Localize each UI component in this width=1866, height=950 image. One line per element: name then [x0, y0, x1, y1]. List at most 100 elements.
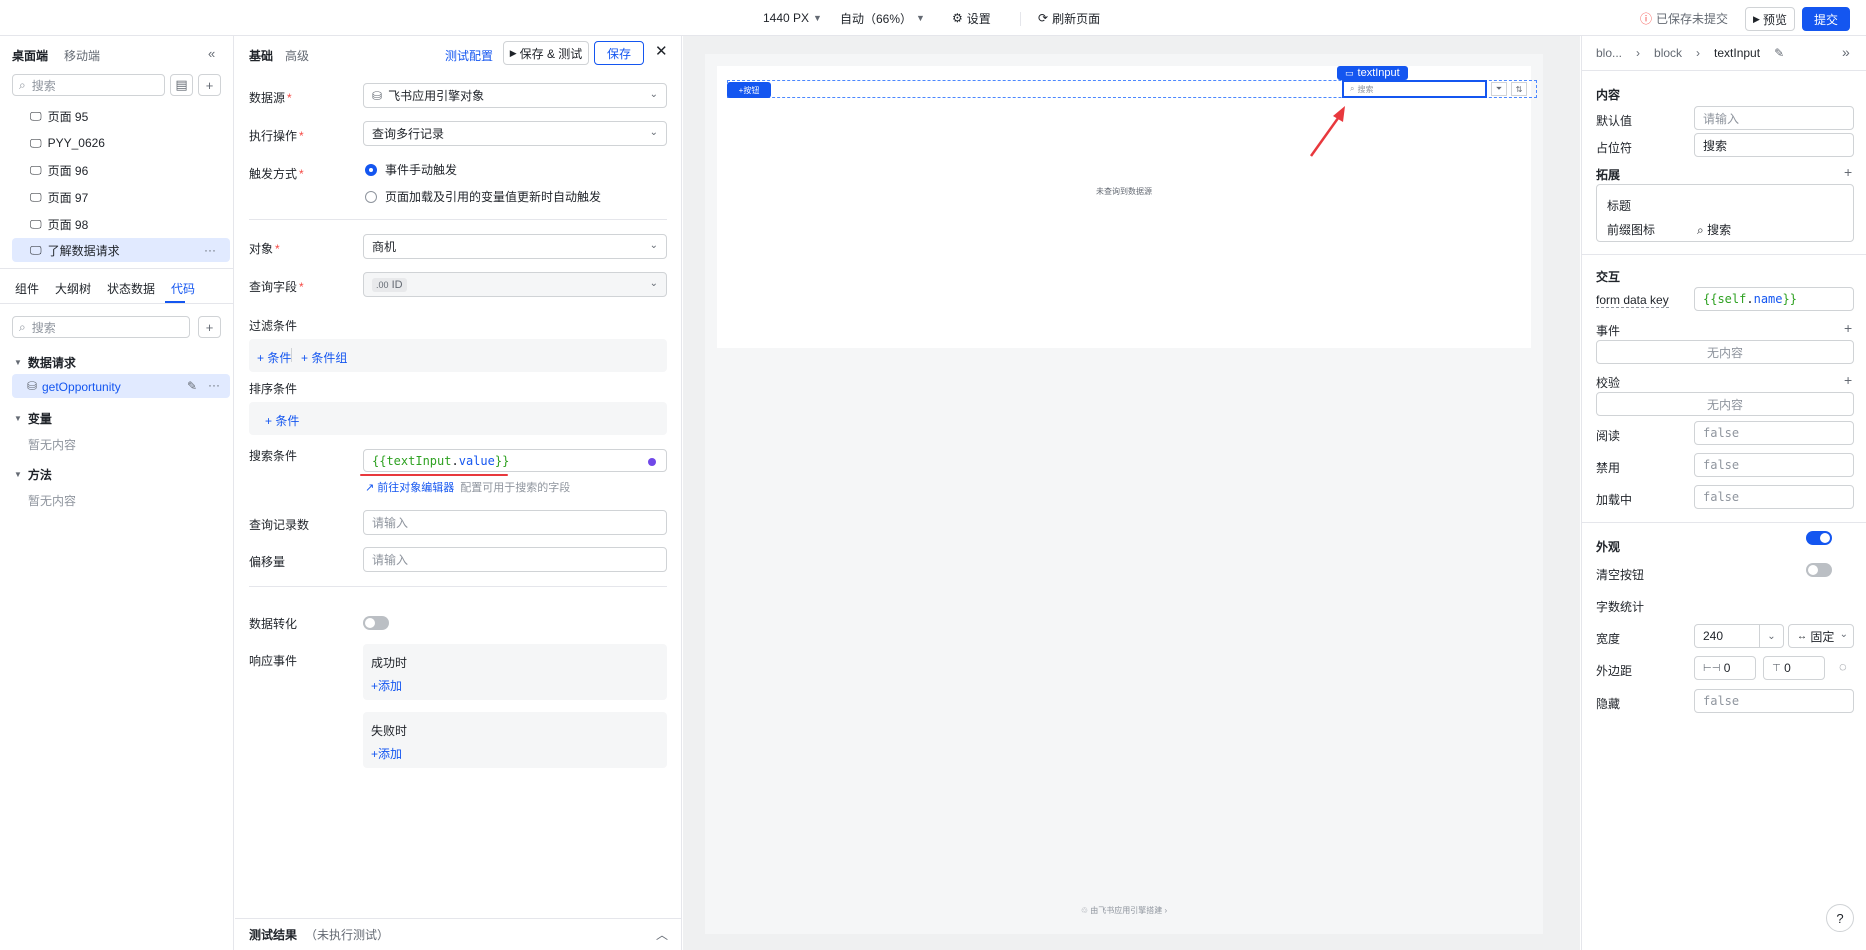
default-value-input[interactable]: 请输入: [1694, 106, 1854, 130]
add-condition-button[interactable]: + 条件: [257, 349, 291, 366]
request-item[interactable]: ⛁ getOpportunity ✎ ···: [12, 374, 230, 398]
width-input[interactable]: 240 ⌄: [1694, 624, 1784, 648]
add-icon[interactable]: +: [1844, 372, 1852, 388]
zoom-select[interactable]: 自动（66%） ▼: [840, 0, 925, 36]
more-icon[interactable]: ···: [208, 378, 220, 392]
search-condition-label: 搜索条件: [249, 449, 298, 463]
edit-icon[interactable]: ✎: [187, 379, 197, 393]
radio-unchecked-icon: [365, 190, 377, 203]
add-fail-action-button[interactable]: +添加: [371, 745, 402, 762]
page-item[interactable]: 🖵 页面 95: [12, 104, 230, 128]
trigger-auto-radio[interactable]: 页面加载及引用的变量值更新时自动触发: [365, 188, 601, 205]
save-button[interactable]: 保存: [594, 41, 644, 65]
page-item[interactable]: 🖵 页面 98: [12, 212, 230, 236]
margin-x-input[interactable]: ⊢⊣ 0: [1694, 656, 1756, 680]
test-result-bar[interactable]: 测试结果 （未执行测试） ︿: [235, 918, 682, 950]
page-item[interactable]: 🖵 页面 97: [12, 185, 230, 209]
page-item[interactable]: 🖵 PYY_0626: [12, 131, 230, 155]
submit-label: 提交: [1813, 12, 1838, 27]
canvas-width-label: 1440 PX: [763, 11, 810, 25]
submit-button[interactable]: 提交: [1802, 7, 1850, 31]
canvas-button[interactable]: + 按钮: [727, 82, 771, 98]
add-condition-group-button[interactable]: + 条件组: [301, 349, 347, 366]
tab-desktop[interactable]: 桌面端: [12, 47, 48, 64]
code-search-input[interactable]: ⌕ 搜索: [12, 316, 190, 338]
action-select[interactable]: 查询多行记录 ⌄: [363, 121, 667, 146]
expand-icon[interactable]: »: [1842, 44, 1850, 60]
page-item[interactable]: 🖵 页面 96: [12, 158, 230, 182]
add-sort-button[interactable]: + 条件: [265, 412, 299, 429]
add-page-button[interactable]: +: [198, 74, 221, 96]
add-success-action-button[interactable]: +添加: [371, 677, 402, 694]
datasource-select[interactable]: ⛁ 飞书应用引擎对象 ⌄: [363, 83, 667, 108]
settings-button[interactable]: ⚙ 设置: [952, 0, 991, 36]
tab-components[interactable]: 组件: [15, 280, 39, 297]
breadcrumb-item[interactable]: block: [1654, 46, 1682, 60]
trigger-manual-radio[interactable]: 事件手动触发: [365, 161, 457, 178]
block-container[interactable]: + 按钮 ▭ textInput ⌕ 搜索 ⏷ ⇅ 未查询到数据源: [717, 66, 1537, 348]
filter-icon[interactable]: ⏷: [1491, 82, 1507, 96]
page-template-icon[interactable]: ▤: [170, 74, 193, 96]
clear-button-toggle[interactable]: [1806, 531, 1832, 545]
prefix-icon-value[interactable]: ⌕ 搜索: [1697, 221, 1731, 238]
extend-box: 标题 前缀图标 ⌕ 搜索: [1596, 184, 1854, 242]
play-icon: ▶: [509, 47, 517, 58]
placeholder-input[interactable]: 搜索: [1694, 133, 1854, 157]
edit-icon[interactable]: ✎: [1774, 46, 1784, 60]
tab-outline[interactable]: 大纲树: [55, 280, 91, 297]
disabled-input[interactable]: false: [1694, 453, 1854, 477]
char-count-toggle[interactable]: [1806, 563, 1832, 577]
collapse-icon[interactable]: «: [208, 46, 215, 61]
events-label: 事件: [1596, 324, 1621, 338]
page-item-selected[interactable]: 🖵 了解数据请求 ···: [12, 238, 230, 262]
save-test-button[interactable]: ▶ 保存 & 测试: [503, 41, 589, 65]
divider: [249, 219, 667, 220]
add-code-button[interactable]: +: [198, 316, 221, 338]
canvas-width-select[interactable]: 1440 PX ▼: [763, 0, 822, 36]
preview-button[interactable]: ▶ 预览: [1745, 7, 1795, 31]
tab-mobile[interactable]: 移动端: [64, 47, 100, 64]
page-item-label: 页面 95: [47, 109, 89, 124]
breadcrumb-item[interactable]: blo...: [1596, 46, 1622, 60]
more-icon[interactable]: ···: [204, 243, 216, 257]
add-icon[interactable]: +: [1844, 320, 1852, 336]
canvas-search-input[interactable]: ⌕ 搜索: [1342, 80, 1487, 98]
ai-dot-icon[interactable]: [648, 458, 656, 466]
tab-code[interactable]: 代码: [171, 280, 195, 297]
chevron-up-icon[interactable]: ︿: [656, 926, 668, 943]
help-icon[interactable]: ?: [1826, 904, 1854, 932]
left-panel: 桌面端 移动端 « ⌕ 搜索 ▤ + 🖵 页面 95 🖵 PYY_0626 🖵 页面 …: [0, 36, 234, 950]
tab-basic[interactable]: 基础: [249, 47, 273, 64]
width-mode-select[interactable]: ↔ 固定 ⌄: [1788, 624, 1854, 648]
add-icon[interactable]: +: [1844, 164, 1852, 180]
monitor-icon: 🖵: [30, 108, 42, 123]
refresh-button[interactable]: ⟳ 刷新页面: [1038, 0, 1100, 36]
close-icon[interactable]: ✕: [655, 42, 668, 60]
search-condition-input[interactable]: {{textInput. value}}: [363, 449, 667, 472]
title-label[interactable]: 标题: [1607, 197, 1631, 214]
canvas-footer[interactable]: ♲ 由飞书应用引擎搭建 ›: [705, 905, 1543, 916]
hidden-input[interactable]: false: [1694, 689, 1854, 713]
margin-detail-icon[interactable]: ◌: [1839, 659, 1847, 674]
test-config-link[interactable]: 测试配置: [445, 47, 493, 64]
section-variables[interactable]: ▼ 变量: [14, 410, 52, 427]
offset-input[interactable]: 请输入: [363, 547, 667, 572]
sort-icon[interactable]: ⇅: [1511, 82, 1527, 96]
readonly-input[interactable]: false: [1694, 421, 1854, 445]
object-editor-hint: ↗ 前往对象编辑器 配置可用于搜索的字段: [365, 479, 570, 495]
form-key-input[interactable]: {{ self. name }}: [1694, 287, 1854, 311]
prefix-icon-label: 前缀图标: [1607, 223, 1656, 237]
count-input[interactable]: 请输入: [363, 510, 667, 535]
fields-select[interactable]: .00 ID ⌄: [363, 272, 667, 297]
transform-toggle[interactable]: [363, 616, 389, 630]
margin-y-input[interactable]: ⊤ 0: [1763, 656, 1825, 680]
tab-advanced[interactable]: 高级: [285, 47, 309, 64]
page-search-input[interactable]: ⌕ 搜索: [12, 74, 165, 96]
section-requests[interactable]: ▼ 数据请求: [14, 354, 76, 371]
section-methods[interactable]: ▼ 方法: [14, 466, 52, 483]
chevron-down-icon[interactable]: ⌄: [1759, 625, 1783, 647]
goto-object-editor-link[interactable]: ↗ 前往对象编辑器: [365, 479, 454, 495]
object-select[interactable]: 商机 ⌄: [363, 234, 667, 259]
tab-state[interactable]: 状态数据: [107, 280, 155, 297]
loading-input[interactable]: false: [1694, 485, 1854, 509]
